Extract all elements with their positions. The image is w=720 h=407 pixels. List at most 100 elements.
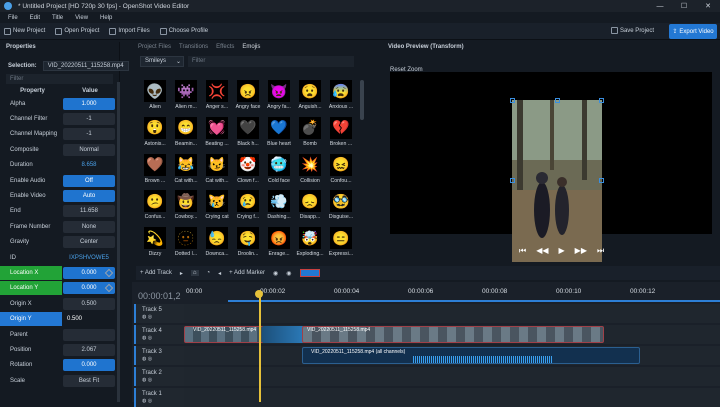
emoji-item[interactable]: 😖 Confou... [326,152,356,189]
property-value[interactable]: 8.658 [63,159,115,171]
emoji-filter-input[interactable]: Filter [188,55,354,67]
emoji-item[interactable]: 🥸 Disguise... [326,188,356,225]
property-value[interactable]: None [63,220,115,233]
emoji-item[interactable]: 😧 Anguish... [295,78,325,115]
menu-edit[interactable]: Edit [30,15,40,21]
emoji-item[interactable]: 😰 Anxious ... [326,78,356,115]
minimize-button[interactable]: — [648,0,672,12]
emoji-item[interactable]: 😢 Crying f... [233,188,263,225]
marker-icon[interactable]: ◂ [218,270,221,277]
property-value[interactable]: Normal [63,143,115,156]
maximize-button[interactable]: ☐ [672,0,696,12]
razor-icon[interactable]: ◔ [207,270,211,276]
properties-scrollbar[interactable] [117,82,120,402]
add-marker-button[interactable]: + Add Marker [229,270,265,276]
property-value[interactable]: 0.000 [63,359,115,372]
menu-title[interactable]: Title [52,15,63,21]
track-header[interactable]: Track 5 ◍ ◎ [134,304,184,323]
emoji-item[interactable]: 😡 Enrage... [264,225,294,262]
property-value[interactable]: Off [63,174,115,187]
track-header[interactable]: Track 2 ◍ ◎ [134,367,184,386]
property-value[interactable]: IXPSHVOWE5 [63,252,115,264]
add-track-button[interactable]: + Add Track [140,270,172,276]
property-value[interactable]: -1 [63,113,115,126]
track-header[interactable]: Track 1 ◍ ◎ [134,388,184,407]
transform-handle-tl[interactable] [510,98,515,103]
track-lock-icon[interactable]: ◍ ◎ [142,314,184,320]
property-row[interactable]: Parent [0,327,119,342]
emoji-item[interactable]: 😹 Cat with... [171,152,201,189]
emoji-item[interactable]: 💨 Dashing... [264,188,294,225]
emoji-item[interactable]: 🤤 Droolin... [233,225,263,262]
arrow-icon[interactable]: ▸ [180,270,183,277]
choose-profile-button[interactable]: Choose Profile [159,27,208,35]
audio-clip[interactable]: VID_20220511_115258.mp4 (all channels) [302,347,640,364]
track-lane[interactable] [184,304,720,323]
property-row[interactable]: Composite Normal [0,142,119,157]
emoji-item[interactable]: 🖤 Black h... [233,115,263,152]
emoji-item[interactable]: 🫥 Dotted l... [171,225,201,262]
timeline[interactable]: 00:00:01,2 00:00 00:00:02 00:00:04 00:00:06… [132,282,720,407]
property-value[interactable]: 11.658 [63,205,115,218]
export-video-button[interactable]: ⇪ Export Video [669,24,717,39]
jump-start-icon[interactable]: ⏮ [519,246,526,256]
track-lock-icon[interactable]: ◍ ◎ [142,356,184,362]
emoji-item[interactable]: 💢 Anger s... [202,78,232,115]
track-lane[interactable]: VID_20220511_115258.mp4 VID_20220511_1152… [184,325,720,344]
play-icon[interactable]: ▶ [559,246,565,256]
menu-file[interactable]: File [8,15,18,21]
emoji-item[interactable]: 🤯 Exploding... [295,225,325,262]
property-value[interactable]: Best Fit [63,374,115,387]
property-row[interactable]: Duration 8.658 [0,158,119,173]
menu-view[interactable]: View [75,15,88,21]
tab-project-files[interactable]: Project Files [138,44,171,50]
jump-end-icon[interactable]: ⏭ [597,246,604,256]
property-value[interactable]: Auto [63,190,115,203]
property-row[interactable]: Frame Number None [0,219,119,234]
new-project-button[interactable]: New Project [4,27,45,35]
emoji-item[interactable]: 😓 Downca... [202,225,232,262]
emoji-item[interactable]: 🤡 Clown f... [233,152,263,189]
emoji-item[interactable]: 😑 Expressi... [326,225,356,262]
property-row[interactable]: Location Y 0.000 [0,281,119,296]
zoom-slider[interactable] [299,269,320,277]
emoji-item[interactable]: 💥 Collision [295,152,325,189]
track-lane[interactable] [184,367,720,386]
property-row[interactable]: Alpha 1.000 [0,96,119,111]
property-row[interactable]: Origin Y 0.500 [0,311,119,327]
transform-handle-r[interactable] [599,178,604,183]
property-value[interactable]: 0.500 [63,313,115,326]
emoji-item[interactable]: 💓 Beating ... [202,115,232,152]
property-row[interactable]: ID IXPSHVOWE5 [0,250,119,265]
emoji-item[interactable]: 💙 Blue heart [264,115,294,152]
video-clip[interactable]: VID_20220511_115258.mp4 [184,326,264,343]
property-value[interactable]: -1 [63,128,115,141]
property-row[interactable]: Enable Audio Off [0,173,119,188]
emoji-item[interactable]: 👾 Alien m... [171,78,201,115]
property-value[interactable]: 0.500 [63,297,115,310]
menu-help[interactable]: Help [100,15,112,21]
preview-canvas[interactable] [390,72,712,262]
transform-handle-tr[interactable] [599,98,604,103]
selection-dropdown[interactable]: VID_20220511_115258.mp4 [42,61,129,71]
video-clip[interactable]: VID_20220511_115258.mp4 [302,326,604,343]
transform-handle-t[interactable] [555,98,560,103]
track-lane[interactable] [184,388,720,407]
tab-effects[interactable]: Effects [216,44,234,50]
emoji-item[interactable]: 😲 Astonis... [140,115,170,152]
track-lock-icon[interactable]: ◍ ◎ [142,335,184,341]
emoji-item[interactable]: 😞 Disapp... [295,188,325,225]
emoji-item[interactable]: 😠 Angry face [233,78,263,115]
rewind-icon[interactable]: ◀◀ [536,246,548,256]
playhead[interactable] [259,292,261,402]
property-row[interactable]: Origin X 0.500 [0,296,119,311]
emoji-item[interactable]: 👿 Angry fa... [264,78,294,115]
import-files-button[interactable]: Import Files [109,27,150,35]
property-row[interactable]: Gravity Center [0,235,119,250]
save-project-button[interactable]: Save Project [610,27,654,34]
tab-transitions[interactable]: Transitions [179,44,208,50]
track-lock-icon[interactable]: ◍ ◎ [142,377,184,383]
tab-emojis[interactable]: Emojis [242,44,260,50]
emoji-item[interactable]: 🤠 Cowboy... [171,188,201,225]
property-row[interactable]: Scale Best Fit [0,373,119,388]
